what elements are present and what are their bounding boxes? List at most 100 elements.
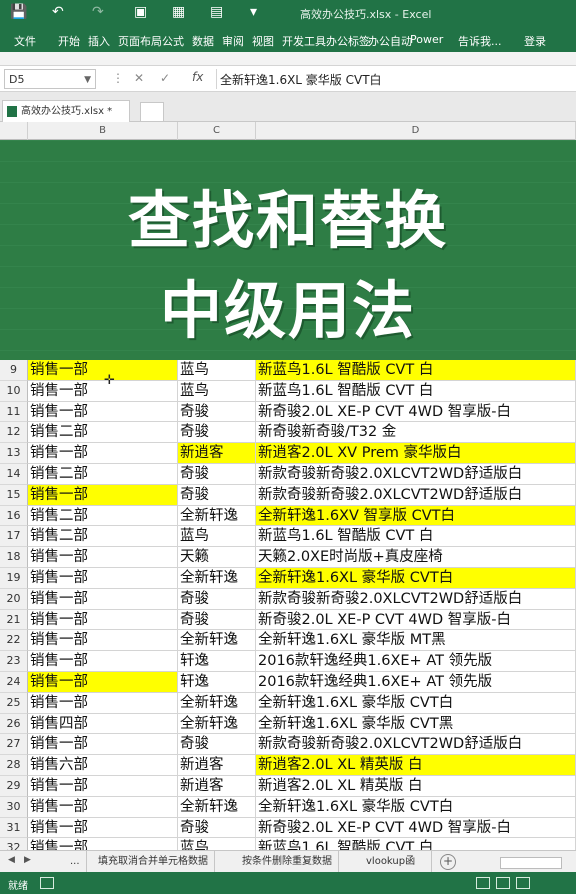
cell-config[interactable]: 新蓝鸟1.6L 智酷版 CVT 白 <box>256 360 576 381</box>
macro-record-icon[interactable] <box>40 877 54 889</box>
row-header[interactable]: 32 <box>0 838 28 850</box>
cell-model[interactable]: 新逍客 <box>178 443 256 464</box>
cell-model[interactable]: 蓝鸟 <box>178 380 256 402</box>
cell-model[interactable]: 奇骏 <box>178 422 256 444</box>
new-workbook-tab-button[interactable] <box>140 102 164 122</box>
tab-power[interactable]: Power <box>410 33 443 46</box>
cell-department[interactable]: 销售一部 <box>28 360 178 381</box>
enter-icon[interactable]: ✓ <box>160 71 170 85</box>
row-header[interactable]: 28 <box>0 755 28 776</box>
tab-view[interactable]: 视图 <box>252 33 274 49</box>
cell-config[interactable]: 新蓝鸟1.6L 智酷版 CVT 白 <box>256 838 576 850</box>
column-header-b[interactable]: B <box>28 122 178 140</box>
row-header[interactable]: 17 <box>0 526 28 548</box>
sheet-tab-remove-duplicates[interactable]: 按条件删除重复数据 <box>236 851 339 873</box>
row-header[interactable]: 16 <box>0 505 28 527</box>
cell-model[interactable]: 全新轩逸 <box>178 796 256 818</box>
select-all-corner[interactable] <box>0 122 28 140</box>
row-header[interactable]: 9 <box>0 360 28 381</box>
page-break-view-icon[interactable] <box>516 877 530 889</box>
more-options-icon[interactable]: ⋮ <box>112 71 124 85</box>
add-sheet-icon[interactable]: + <box>440 854 456 870</box>
cell-model[interactable]: 蓝鸟 <box>178 838 256 850</box>
cell-department[interactable]: 销售六部 <box>28 755 178 776</box>
customize-qat-icon[interactable]: ▾ <box>250 4 257 20</box>
cell-department[interactable]: 销售一部 <box>28 380 178 402</box>
save-icon[interactable]: 💾 <box>10 4 27 20</box>
row-header[interactable]: 19 <box>0 568 28 589</box>
cell-model[interactable]: 全新轩逸 <box>178 568 256 589</box>
cell-config[interactable]: 新奇骏新奇骏/T32 金 <box>256 422 576 444</box>
cell-department[interactable]: 销售一部 <box>28 776 178 797</box>
cell-department[interactable]: 销售二部 <box>28 422 178 444</box>
cell-config[interactable]: 新款奇骏新奇骏2.0XLCVT2WD舒适版白 <box>256 734 576 756</box>
sheet-tab-vlookup[interactable]: vlookup函 <box>360 851 432 873</box>
form-icon[interactable]: ▦ <box>172 4 185 20</box>
row-header[interactable]: 30 <box>0 796 28 818</box>
cell-config[interactable]: 新逍客2.0L XV Prem 豪华版白 <box>256 443 576 464</box>
sheet-tab-unmerge-fill[interactable]: 填充取消合并单元格数据 <box>92 851 215 873</box>
row-header[interactable]: 26 <box>0 713 28 735</box>
cell-config[interactable]: 2016款轩逸经典1.6XE+ AT 领先版 <box>256 651 576 672</box>
row-header[interactable]: 14 <box>0 464 28 485</box>
horizontal-scrollbar[interactable] <box>500 857 562 869</box>
column-header-c[interactable]: C <box>178 122 256 140</box>
row-header[interactable]: 29 <box>0 776 28 797</box>
insert-function-button[interactable]: fx <box>192 70 203 84</box>
row-header[interactable]: 24 <box>0 672 28 693</box>
row-header[interactable]: 20 <box>0 588 28 610</box>
cell-department[interactable]: 销售二部 <box>28 526 178 548</box>
cell-department[interactable]: 销售一部 <box>28 796 178 818</box>
cell-model[interactable]: 全新轩逸 <box>178 692 256 714</box>
cell-model[interactable]: 奇骏 <box>178 588 256 610</box>
cell-config[interactable]: 全新轩逸1.6XL 豪华版 CVT白 <box>256 692 576 714</box>
cell-department[interactable]: 销售一部 <box>28 630 178 652</box>
cell-department[interactable]: 销售四部 <box>28 713 178 735</box>
row-header[interactable]: 21 <box>0 609 28 631</box>
cell-department[interactable]: 销售一部 <box>28 443 178 464</box>
cell-config[interactable]: 全新轩逸1.6XL 豪华版 CVT白 <box>256 796 576 818</box>
cell-config[interactable]: 新蓝鸟1.6L 智酷版 CVT 白 <box>256 526 576 548</box>
cell-department[interactable]: 销售一部 <box>28 651 178 672</box>
row-header[interactable]: 13 <box>0 443 28 464</box>
row-header[interactable]: 15 <box>0 484 28 506</box>
row-header[interactable]: 27 <box>0 734 28 756</box>
normal-view-icon[interactable] <box>476 877 490 889</box>
cell-department[interactable]: 销售一部 <box>28 588 178 610</box>
cell-department[interactable]: 销售一部 <box>28 734 178 756</box>
cell-config[interactable]: 新逍客2.0L XL 精英版 白 <box>256 776 576 797</box>
redo-icon[interactable]: ↷ <box>92 4 104 20</box>
row-header[interactable]: 12 <box>0 422 28 444</box>
row-header[interactable]: 23 <box>0 651 28 672</box>
row-header[interactable]: 11 <box>0 401 28 423</box>
workbook-tab[interactable]: 高效办公技巧.xlsx * <box>2 100 130 122</box>
cell-model[interactable]: 蓝鸟 <box>178 526 256 548</box>
cell-model[interactable]: 奇骏 <box>178 484 256 506</box>
cell-config[interactable]: 天籁2.0XE时尚版+真皮座椅 <box>256 547 576 568</box>
tell-me-search[interactable]: 告诉我... <box>458 33 502 49</box>
cell-department[interactable]: 销售一部 <box>28 692 178 714</box>
tab-developer[interactable]: 开发工具 <box>282 33 326 49</box>
tab-home[interactable]: 开始 <box>58 33 80 49</box>
cell-department[interactable]: 销售一部 <box>28 401 178 423</box>
cell-department[interactable]: 销售一部 <box>28 672 178 693</box>
row-header[interactable]: 18 <box>0 547 28 568</box>
cell-department[interactable]: 销售一部 <box>28 838 178 850</box>
sign-in-link[interactable]: 登录 <box>524 33 546 49</box>
cell-model[interactable]: 奇骏 <box>178 401 256 423</box>
tab-insert[interactable]: 插入 <box>88 33 110 49</box>
undo-icon[interactable]: ↶ <box>52 4 64 20</box>
tab-office-auto[interactable]: 办公自动 <box>368 33 412 49</box>
name-box[interactable]: D5 ▼ <box>4 69 96 89</box>
cell-department[interactable]: 销售二部 <box>28 464 178 485</box>
row-header[interactable]: 22 <box>0 630 28 652</box>
cell-config[interactable]: 全新轩逸1.6XL 豪华版 CVT白 <box>256 568 576 589</box>
cell-department[interactable]: 销售二部 <box>28 505 178 527</box>
row-header[interactable]: 25 <box>0 692 28 714</box>
cell-model[interactable]: 轩逸 <box>178 651 256 672</box>
next-sheet-icon[interactable]: ▶ <box>24 855 31 865</box>
cell-config[interactable]: 全新轩逸1.6XL 豪华版 CVT黑 <box>256 713 576 735</box>
tab-page-layout[interactable]: 页面布局 <box>118 33 162 49</box>
column-header-d[interactable]: D <box>256 122 576 140</box>
cell-model[interactable]: 奇骏 <box>178 464 256 485</box>
